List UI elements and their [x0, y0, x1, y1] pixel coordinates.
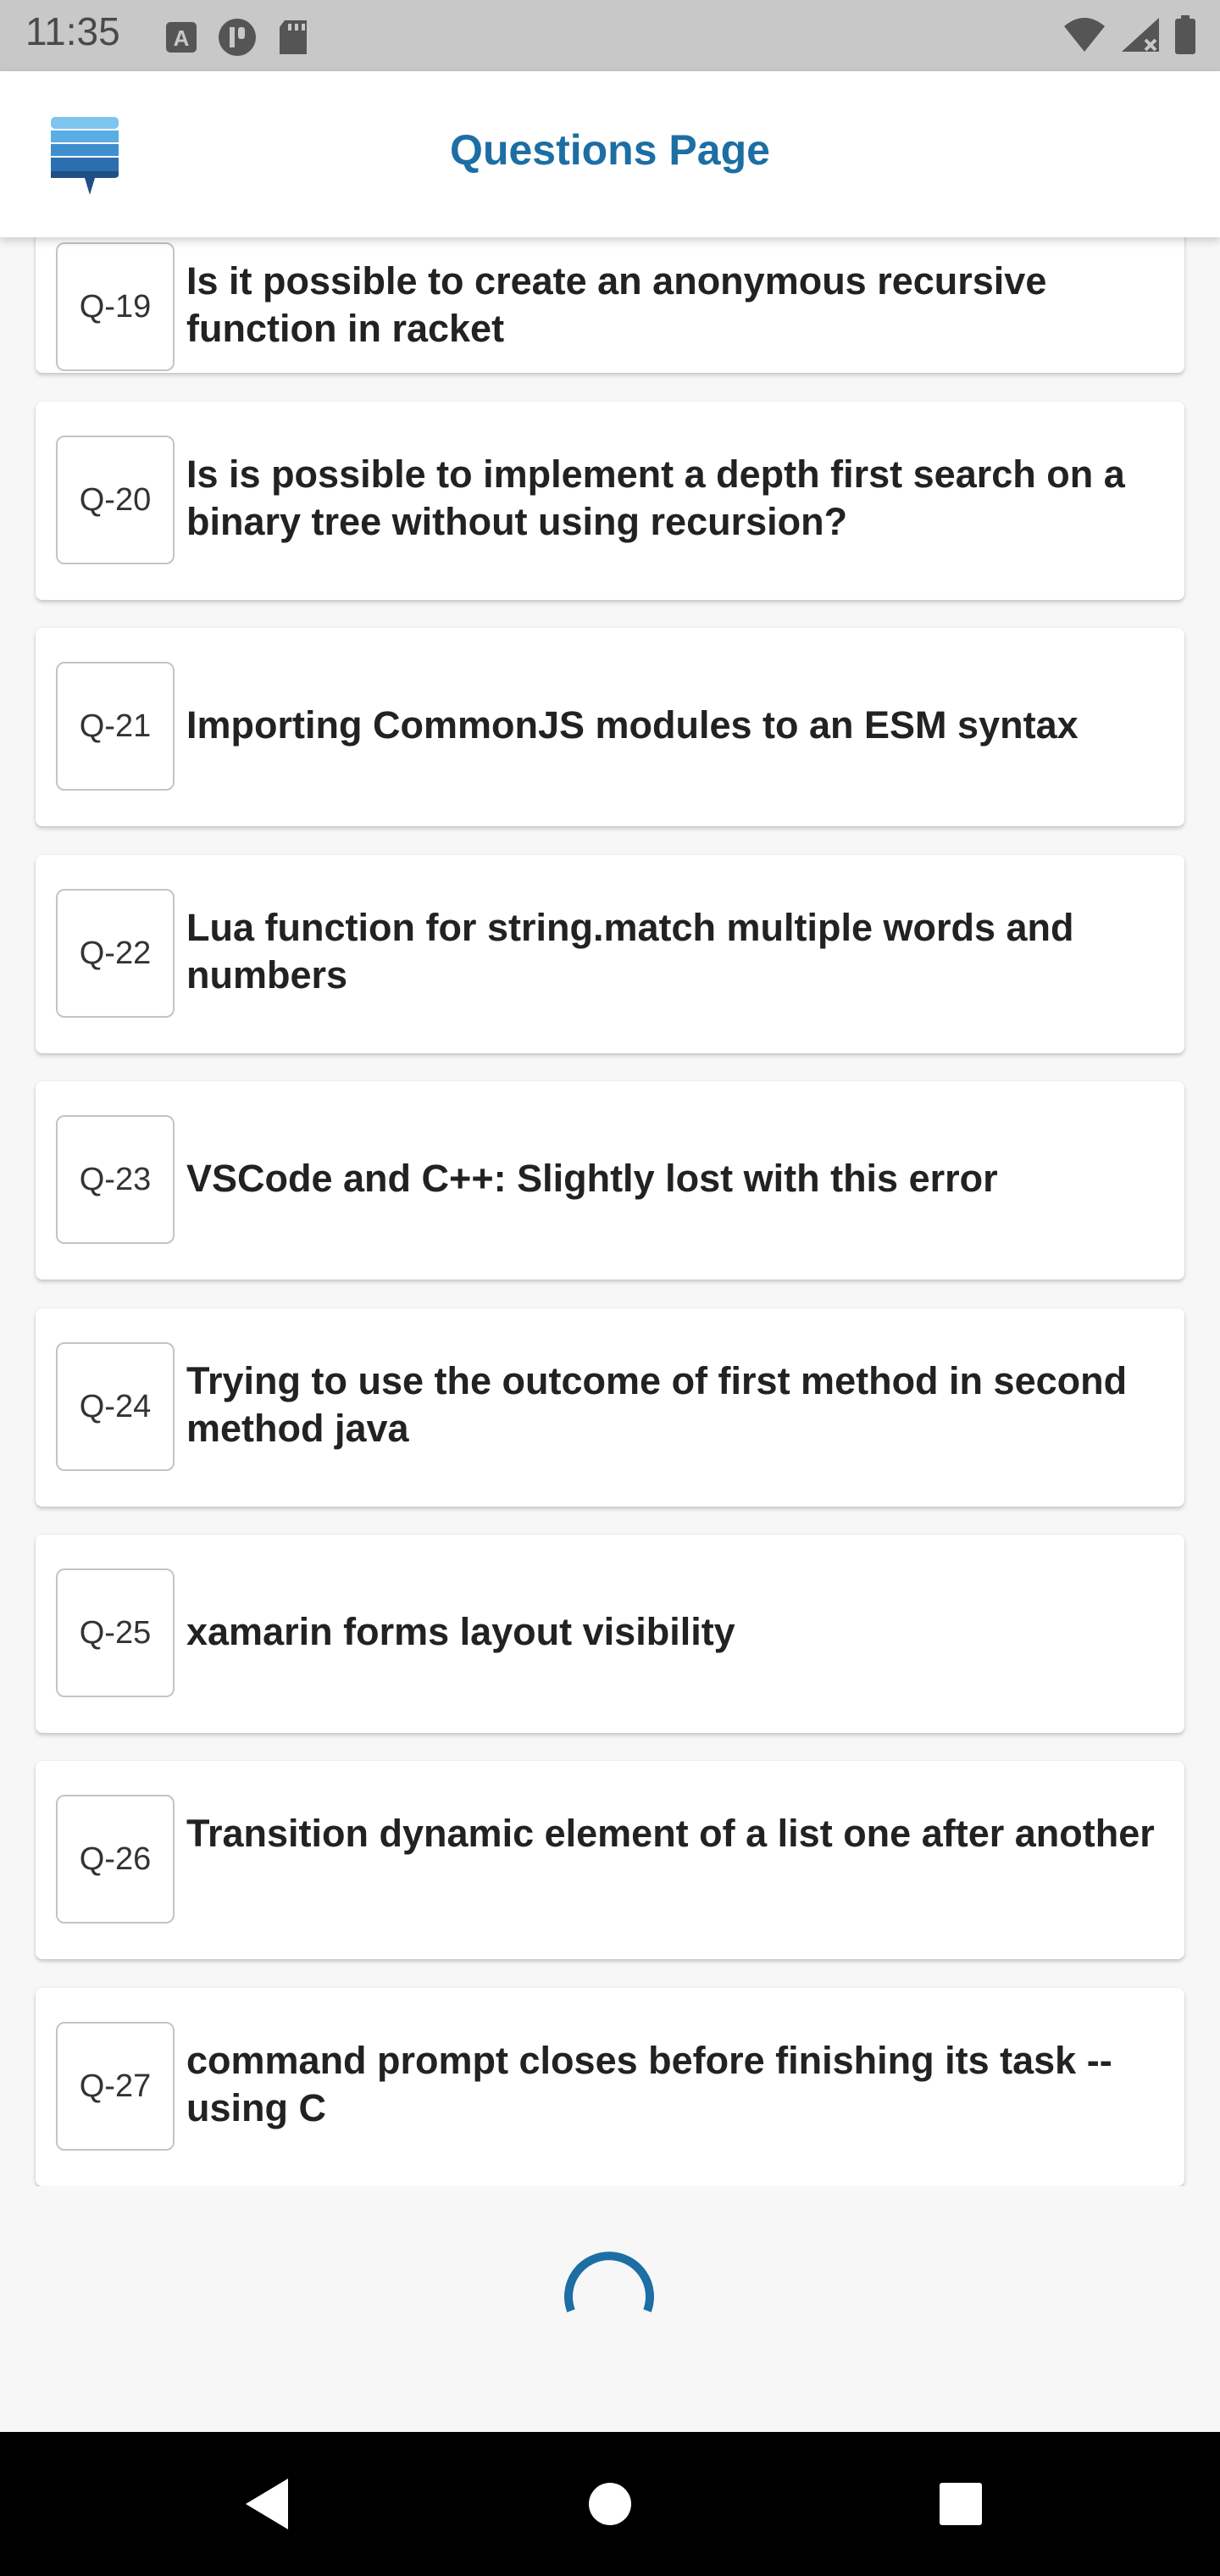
wifi-icon [1064, 18, 1105, 52]
question-card[interactable]: Q-19 Is it possible to create an anonymo… [36, 237, 1184, 373]
home-icon[interactable] [572, 2466, 648, 2542]
question-card[interactable]: Q-23 VSCode and C++: Slightly lost with … [36, 1081, 1184, 1280]
questions-list[interactable]: Q-19 Is it possible to create an anonymo… [0, 237, 1220, 2186]
battery-icon [1175, 15, 1195, 54]
question-id-badge: Q-27 [56, 2022, 175, 2151]
status-time: 11:35 [25, 9, 120, 53]
question-title[interactable]: Importing CommonJS modules to an ESM syn… [186, 702, 1159, 749]
signal-icon [1122, 18, 1159, 52]
navigation-bar [0, 2432, 1220, 2576]
question-id-badge: Q-21 [56, 662, 175, 791]
question-id-badge: Q-26 [56, 1795, 175, 1924]
question-id-badge: Q-25 [56, 1568, 175, 1697]
question-title[interactable]: Lua function for string.match multiple w… [186, 904, 1159, 999]
back-icon[interactable] [229, 2466, 305, 2542]
sd-card-icon [280, 20, 307, 54]
question-card[interactable]: Q-24 Trying to use the outcome of first … [36, 1308, 1184, 1507]
question-title[interactable]: Trying to use the outcome of first metho… [186, 1357, 1159, 1452]
p-icon [219, 19, 256, 56]
question-card[interactable]: Q-27 command prompt closes before finish… [36, 1988, 1184, 2186]
question-id-badge: Q-20 [56, 436, 175, 564]
question-card[interactable]: Q-26 Transition dynamic element of a lis… [36, 1761, 1184, 1959]
status-left-icons: A [164, 17, 310, 58]
svg-text:A: A [174, 25, 190, 51]
app-bar: Questions Page [0, 71, 1220, 237]
question-title[interactable]: Is is possible to implement a depth firs… [186, 451, 1159, 546]
question-card[interactable]: Q-25 xamarin forms layout visibility [36, 1535, 1184, 1733]
question-card[interactable]: Q-20 Is is possible to implement a depth… [36, 402, 1184, 600]
status-right-icons [1062, 15, 1196, 54]
question-id-badge: Q-24 [56, 1342, 175, 1471]
a-icon: A [166, 22, 197, 53]
question-id-badge: Q-22 [56, 889, 175, 1018]
question-card[interactable]: Q-21 Importing CommonJS modules to an ES… [36, 628, 1184, 826]
recents-icon[interactable] [923, 2466, 999, 2542]
question-title[interactable]: command prompt closes before finishing i… [186, 2037, 1159, 2132]
loading-spinner-icon [564, 2251, 654, 2312]
question-card[interactable]: Q-22 Lua function for string.match multi… [36, 855, 1184, 1053]
question-title[interactable]: Transition dynamic element of a list one… [186, 1810, 1159, 1857]
question-id-badge: Q-19 [56, 242, 175, 371]
question-title[interactable]: xamarin forms layout visibility [186, 1608, 1159, 1656]
question-title[interactable]: VSCode and C++: Slightly lost with this … [186, 1155, 1159, 1202]
page-title: Questions Page [450, 126, 770, 174]
question-id-badge: Q-23 [56, 1115, 175, 1244]
status-bar: 11:35 A [0, 0, 1220, 71]
question-title[interactable]: Is it possible to create an anonymous re… [186, 258, 1159, 353]
